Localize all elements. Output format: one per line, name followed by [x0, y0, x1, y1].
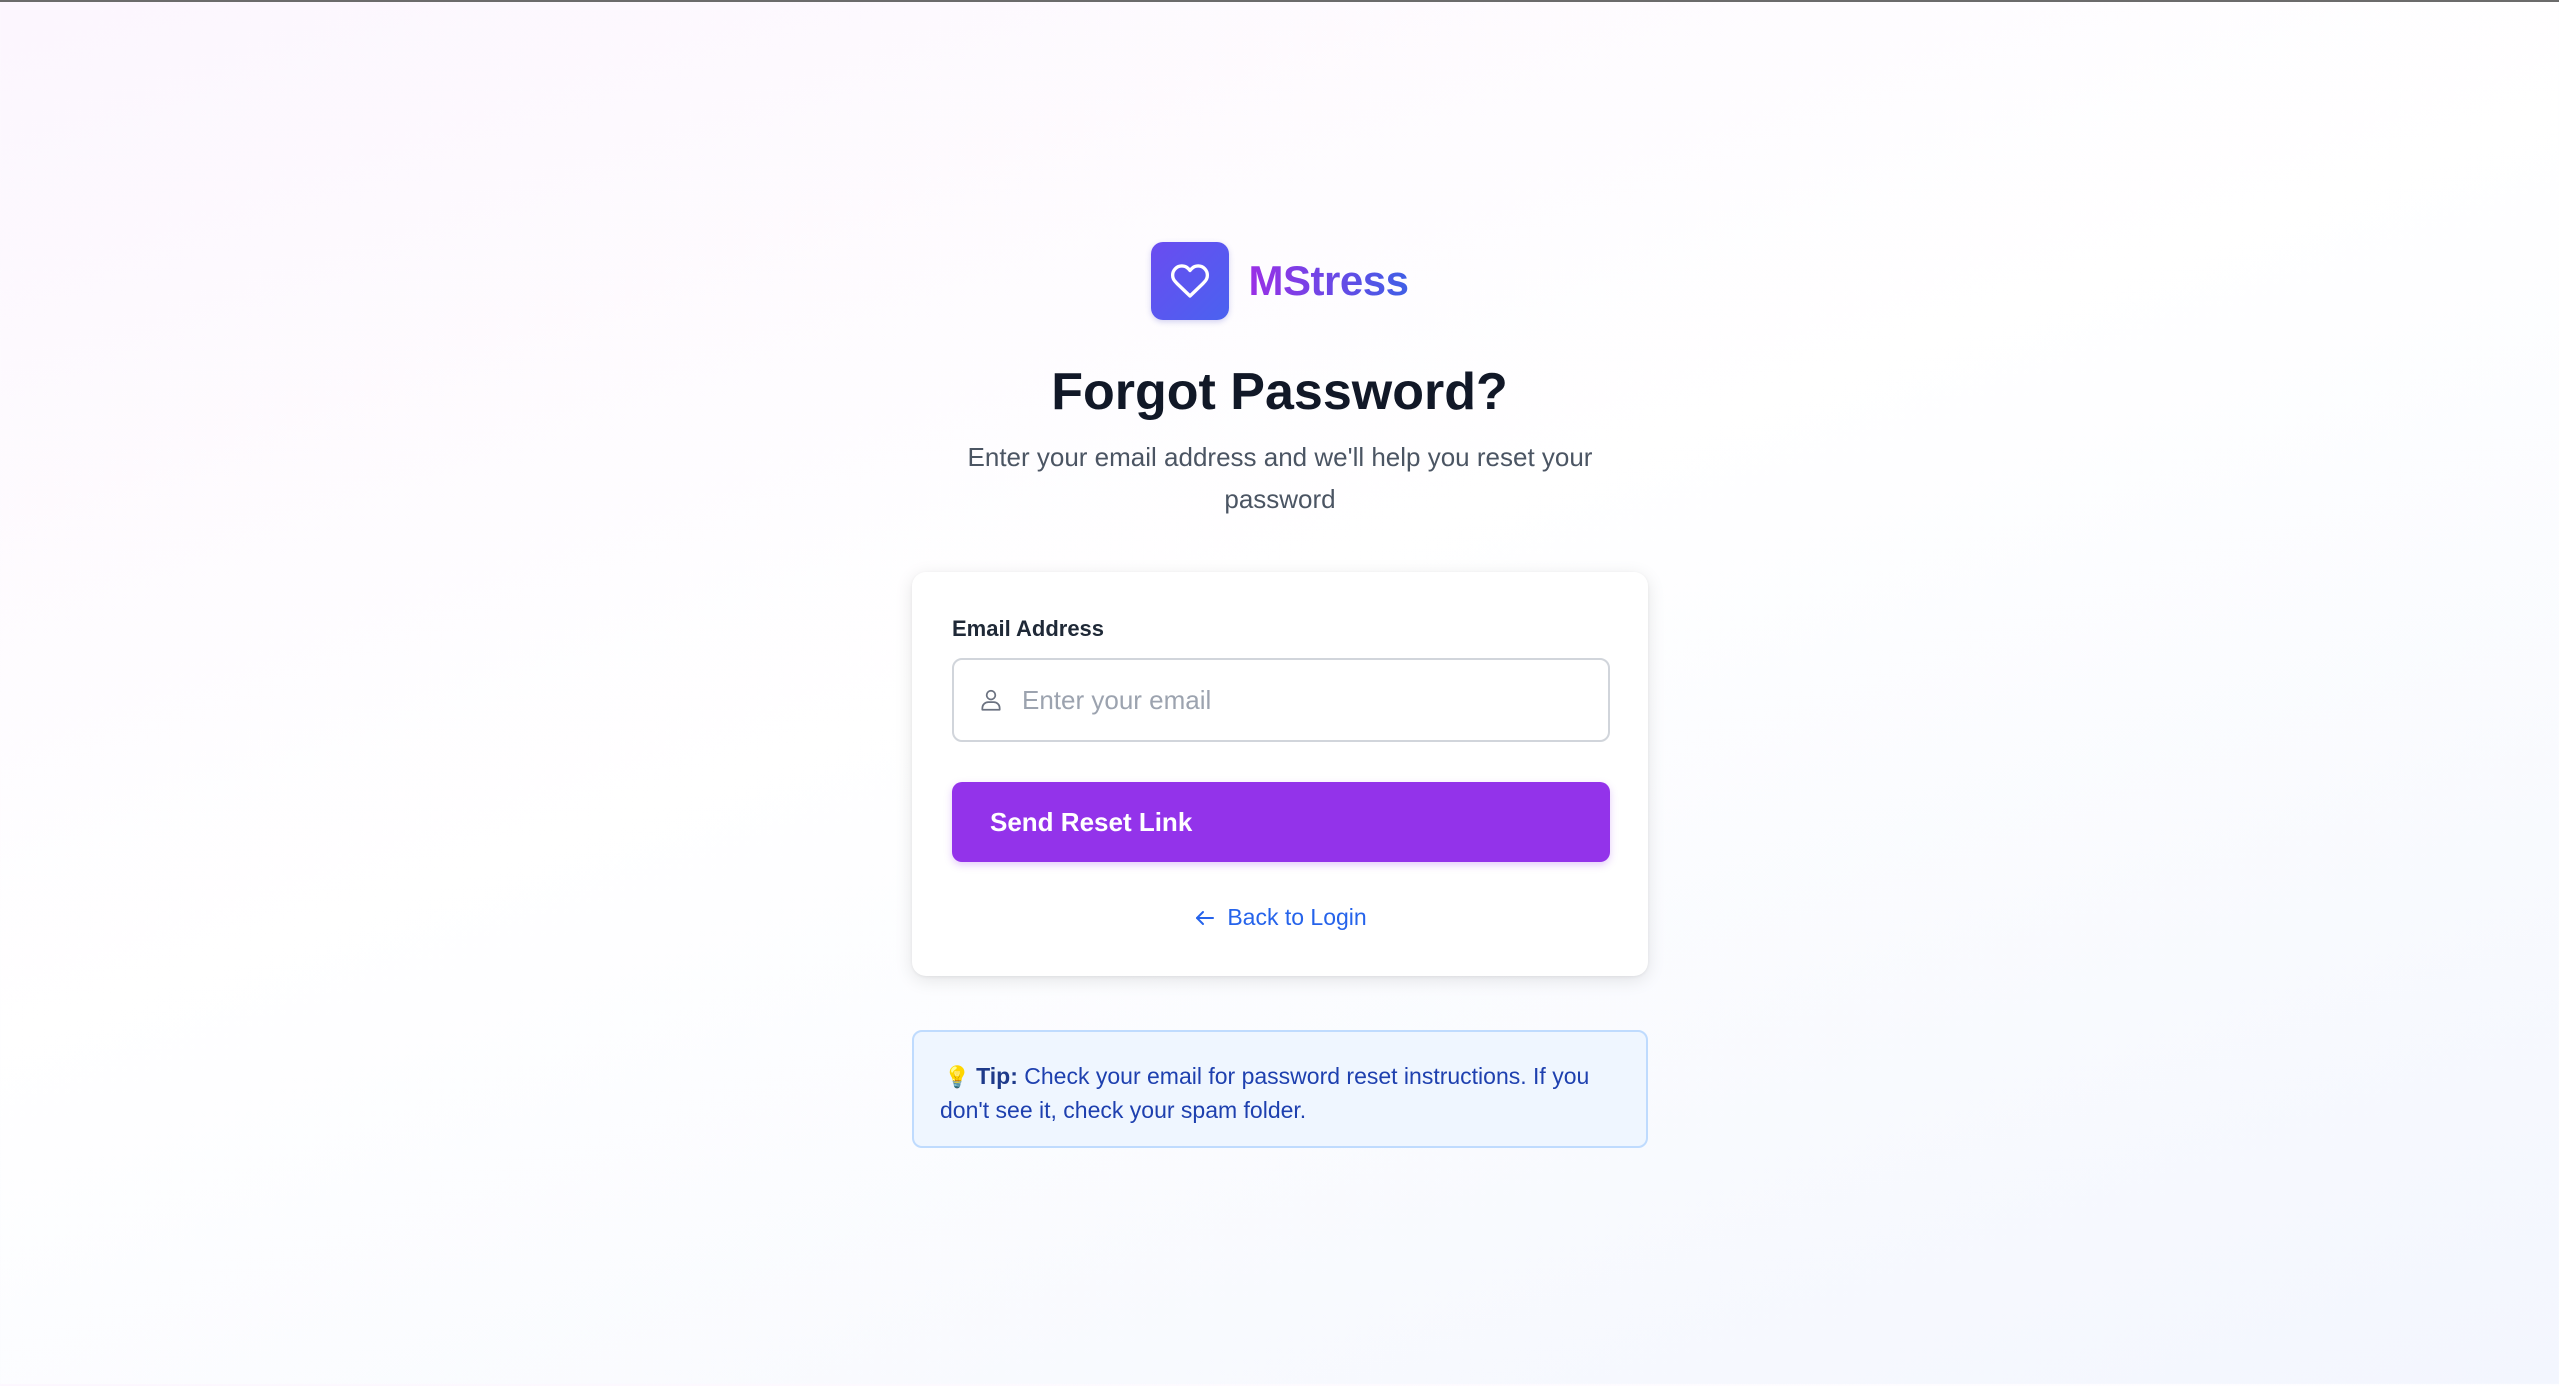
- brand-header: MStress: [0, 242, 2559, 320]
- brand-name: MStress: [1248, 257, 1409, 304]
- page-title: Forgot Password?: [1051, 363, 1508, 421]
- page-subtitle: Enter your email address and we'll help …: [967, 442, 1593, 514]
- reset-form-card: Email Address Send Reset Link Back to Lo…: [912, 572, 1648, 976]
- back-to-login-label: Back to Login: [1227, 904, 1367, 930]
- back-to-login-link[interactable]: Back to Login: [912, 904, 1648, 931]
- tip-box: 💡 Tip: Check your email for password rese…: [912, 1030, 1648, 1148]
- lightbulb-icon: 💡: [944, 1066, 971, 1089]
- brand-logo: [1150, 242, 1229, 320]
- email-label: Email Address: [952, 616, 1105, 641]
- email-input[interactable]: [1020, 683, 1584, 717]
- tip-label: Tip:: [976, 1063, 1018, 1089]
- send-reset-link-button[interactable]: Send Reset Link: [952, 782, 1610, 862]
- tip-text: Check your email for password reset inst…: [940, 1063, 1590, 1123]
- user-icon: [976, 685, 1006, 715]
- page: MStress Forgot Password? Enter your emai…: [0, 2, 2559, 1386]
- email-field-container[interactable]: [952, 658, 1610, 742]
- arrow-left-icon: [1196, 910, 1215, 925]
- heart-icon: [1170, 264, 1209, 298]
